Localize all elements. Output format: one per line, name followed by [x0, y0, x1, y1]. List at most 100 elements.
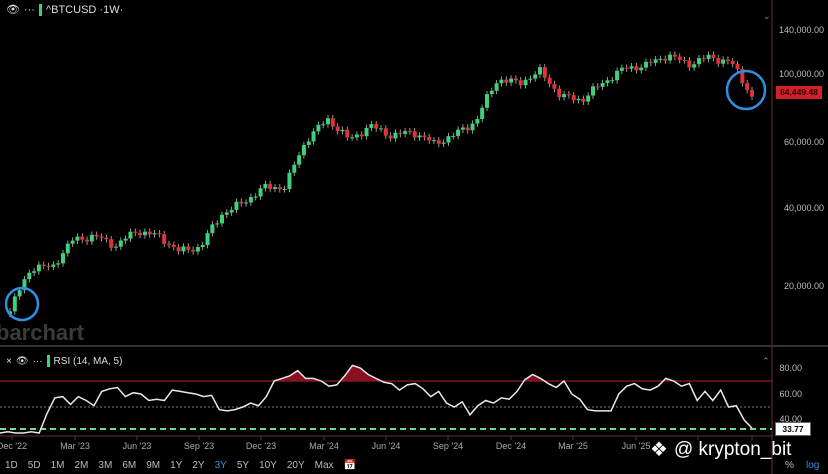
- candle: [446, 136, 451, 143]
- candle: [735, 64, 740, 70]
- binance-logo-icon: ❖: [650, 439, 668, 461]
- collapse-chevron-icon[interactable]: ⌄: [763, 11, 771, 21]
- candle: [562, 94, 567, 98]
- candle: [171, 244, 176, 248]
- candle: [528, 78, 533, 80]
- rsi-current-tag: 33.77: [775, 422, 811, 436]
- candle: [658, 58, 663, 60]
- candle: [465, 127, 470, 131]
- date-label: Sep '24: [432, 441, 464, 451]
- candle: [513, 78, 518, 81]
- candle: [85, 239, 90, 242]
- candle: [639, 67, 644, 71]
- candle: [292, 164, 297, 173]
- candle: [109, 239, 114, 248]
- candle: [41, 264, 46, 266]
- rsi-label: 60.00: [779, 389, 802, 399]
- candle: [470, 123, 475, 131]
- candle: [576, 98, 581, 101]
- candle: [186, 246, 191, 250]
- candle: [27, 272, 32, 280]
- candle: [268, 183, 273, 189]
- candle: [162, 234, 167, 244]
- date-label: Dec '23: [245, 441, 277, 451]
- candle: [475, 118, 480, 124]
- timeframe-10y[interactable]: 10Y: [254, 460, 282, 471]
- candle: [485, 94, 489, 108]
- close-icon[interactable]: ×: [6, 356, 12, 367]
- candle: [152, 233, 157, 235]
- candle: [629, 66, 634, 69]
- candle: [340, 129, 345, 132]
- eye-icon[interactable]: 👁: [16, 356, 29, 367]
- candle: [653, 59, 658, 63]
- timeframe-1m[interactable]: 1M: [46, 460, 70, 471]
- timeframe-3y[interactable]: 3Y: [210, 460, 232, 471]
- rsi-line: [0, 364, 753, 434]
- date-label: Dec '22: [0, 441, 28, 451]
- timeframe-5d[interactable]: 5D: [23, 460, 46, 471]
- more-icon[interactable]: ···: [24, 4, 35, 16]
- candle: [721, 59, 726, 64]
- date-label: Jun '25: [621, 441, 651, 451]
- candle: [682, 59, 687, 61]
- timeframe-2y[interactable]: 2Y: [187, 460, 209, 471]
- last-price-tag: 84,449.48: [776, 86, 822, 99]
- timeframe-5y[interactable]: 5Y: [232, 460, 254, 471]
- timeframe-bar: 1D 5D 1M 2M 3M 6M 9M 1Y 2Y 3Y 5Y 10Y 20Y…: [0, 460, 361, 471]
- candle: [600, 83, 605, 87]
- timeframe-6m[interactable]: 6M: [117, 460, 141, 471]
- candle: [364, 127, 369, 137]
- candle: [330, 118, 335, 127]
- date-label: Mar '23: [60, 441, 90, 451]
- candle: [200, 245, 205, 248]
- price-label: 40,000.00: [783, 203, 824, 213]
- price-label: 60,000.00: [783, 137, 824, 147]
- candle: [244, 202, 249, 204]
- candle: [407, 131, 412, 133]
- user-watermark: ❖ @ krypton_bit: [650, 437, 791, 462]
- candle: [644, 61, 648, 68]
- candle: [239, 201, 244, 204]
- chart-canvas[interactable]: ⌄ ⌃: [0, 0, 828, 474]
- candle: [263, 183, 268, 189]
- date-label: Dec '24: [495, 441, 527, 451]
- series-color-marker: [38, 3, 42, 16]
- rsi-title: RSI (14, MA, 5): [53, 355, 123, 367]
- candle: [393, 132, 398, 139]
- candle: [56, 263, 61, 265]
- eye-icon[interactable]: 👁: [6, 3, 20, 16]
- candle: [61, 253, 65, 264]
- price-label: 20,000.00: [783, 281, 824, 291]
- candle: [566, 94, 571, 96]
- candle: [277, 187, 282, 190]
- more-icon[interactable]: ···: [33, 356, 43, 367]
- candle: [321, 124, 326, 126]
- timeframe-max[interactable]: Max: [310, 460, 339, 471]
- candle: [403, 131, 408, 134]
- candle: [94, 234, 99, 237]
- candle: [253, 196, 258, 198]
- timeframe-1d[interactable]: 1D: [0, 460, 23, 471]
- candle: [480, 107, 485, 119]
- watermark-handle: @ krypton_bit: [673, 438, 792, 460]
- calendar-icon[interactable]: 📅: [339, 460, 361, 471]
- candle: [350, 137, 355, 139]
- timeframe-3m[interactable]: 3M: [93, 460, 117, 471]
- timeframe-2m[interactable]: 2M: [70, 460, 94, 471]
- log-toggle[interactable]: log: [806, 460, 819, 471]
- rsi-collapse-icon[interactable]: ⌃: [762, 356, 770, 366]
- candle: [147, 231, 152, 235]
- candle: [138, 232, 143, 236]
- candle: [552, 83, 557, 89]
- timeframe-20y[interactable]: 20Y: [282, 460, 310, 471]
- candle: [619, 67, 624, 71]
- candle: [591, 86, 595, 96]
- timeframe-1y[interactable]: 1Y: [165, 460, 187, 471]
- candle: [273, 187, 277, 189]
- candle: [460, 127, 465, 130]
- rsi-color-marker: [46, 355, 50, 367]
- candle: [605, 80, 610, 84]
- candle: [383, 128, 388, 136]
- timeframe-9m[interactable]: 9M: [141, 460, 165, 471]
